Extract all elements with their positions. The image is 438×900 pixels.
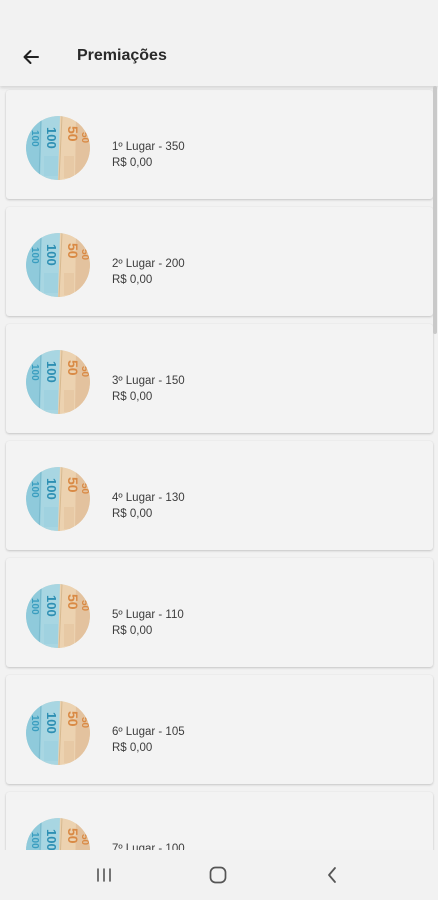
arrow-left-icon xyxy=(23,50,39,64)
svg-text:100: 100 xyxy=(29,130,40,147)
prize-card[interactable]: 100 100 50 50 5º Lugar - 110 R$ 0,00 xyxy=(6,558,433,667)
home-icon xyxy=(209,866,227,884)
recents-icon xyxy=(97,868,111,882)
svg-text:100: 100 xyxy=(44,478,59,500)
money-bills-icon: 100 100 50 50 xyxy=(26,701,90,765)
svg-text:100: 100 xyxy=(29,715,40,732)
svg-text:50: 50 xyxy=(79,366,90,378)
app-bar: Premiações xyxy=(0,0,438,86)
nav-back-button[interactable] xyxy=(317,862,347,888)
prize-label: 1º Lugar - 350 xyxy=(112,141,185,153)
svg-text:100: 100 xyxy=(29,481,40,498)
prize-amount: R$ 0,00 xyxy=(112,157,153,169)
home-button[interactable] xyxy=(203,862,233,888)
scrollbar[interactable] xyxy=(433,86,437,334)
svg-text:50: 50 xyxy=(65,477,81,493)
svg-text:50: 50 xyxy=(65,360,81,376)
prize-amount: R$ 0,00 xyxy=(112,742,153,754)
back-button[interactable] xyxy=(14,40,48,74)
system-navigation-bar xyxy=(0,850,438,900)
svg-text:100: 100 xyxy=(44,127,59,149)
recents-button[interactable] xyxy=(89,862,119,888)
svg-text:100: 100 xyxy=(44,361,59,383)
svg-text:50: 50 xyxy=(79,834,90,846)
prize-card[interactable]: 100 100 50 50 6º Lugar - 105 R$ 0,00 xyxy=(6,675,433,784)
prize-amount: R$ 0,00 xyxy=(112,625,153,637)
chevron-left-icon xyxy=(328,867,336,883)
prize-card[interactable]: 100 100 50 50 7º Lugar - 100 xyxy=(6,792,433,850)
prize-card[interactable]: 100 100 50 50 1º Lugar - 350 R$ 0,00 xyxy=(6,90,433,199)
svg-text:50: 50 xyxy=(79,132,90,144)
prize-card[interactable]: 100 100 50 50 3º Lugar - 150 R$ 0,00 xyxy=(6,324,433,433)
svg-text:100: 100 xyxy=(29,364,40,381)
svg-text:100: 100 xyxy=(44,244,59,266)
prize-amount: R$ 0,00 xyxy=(112,391,153,403)
svg-text:50: 50 xyxy=(65,243,81,259)
svg-text:100: 100 xyxy=(29,598,40,615)
svg-text:50: 50 xyxy=(79,600,90,612)
svg-text:50: 50 xyxy=(79,483,90,495)
prize-amount: R$ 0,00 xyxy=(112,508,153,520)
prize-label: 7º Lugar - 100 xyxy=(112,843,185,850)
svg-text:50: 50 xyxy=(65,126,81,142)
page-title: Premiações xyxy=(77,47,167,64)
svg-text:100: 100 xyxy=(44,712,59,734)
money-bills-icon: 100 100 50 50 xyxy=(26,233,90,297)
svg-text:100: 100 xyxy=(29,247,40,264)
prize-card[interactable]: 100 100 50 50 4º Lugar - 130 R$ 0,00 xyxy=(6,441,433,550)
money-bills-icon: 100 100 50 50 xyxy=(26,350,90,414)
svg-text:50: 50 xyxy=(65,711,81,727)
prize-label: 5º Lugar - 110 xyxy=(112,609,184,621)
svg-text:100: 100 xyxy=(44,595,59,617)
prize-label: 2º Lugar - 200 xyxy=(112,258,185,270)
money-bills-icon: 100 100 50 50 xyxy=(26,116,90,180)
prize-amount: R$ 0,00 xyxy=(112,274,153,286)
prize-card[interactable]: 100 100 50 50 2º Lugar - 200 R$ 0,00 xyxy=(6,207,433,316)
svg-text:50: 50 xyxy=(65,828,81,844)
prize-label: 3º Lugar - 150 xyxy=(112,375,185,387)
money-bills-icon: 100 100 50 50 xyxy=(26,467,90,531)
svg-text:100: 100 xyxy=(44,829,59,850)
svg-text:100: 100 xyxy=(29,832,40,849)
svg-text:50: 50 xyxy=(79,249,90,261)
svg-text:50: 50 xyxy=(79,717,90,729)
money-bills-icon: 100 100 50 50 xyxy=(26,818,90,850)
prize-list[interactable]: 100 100 50 50 1º Lugar - 350 R$ 0,00 100… xyxy=(0,86,438,850)
prize-label: 6º Lugar - 105 xyxy=(112,726,185,738)
prize-label: 4º Lugar - 130 xyxy=(112,492,185,504)
svg-text:50: 50 xyxy=(65,594,81,610)
money-bills-icon: 100 100 50 50 xyxy=(26,584,90,648)
